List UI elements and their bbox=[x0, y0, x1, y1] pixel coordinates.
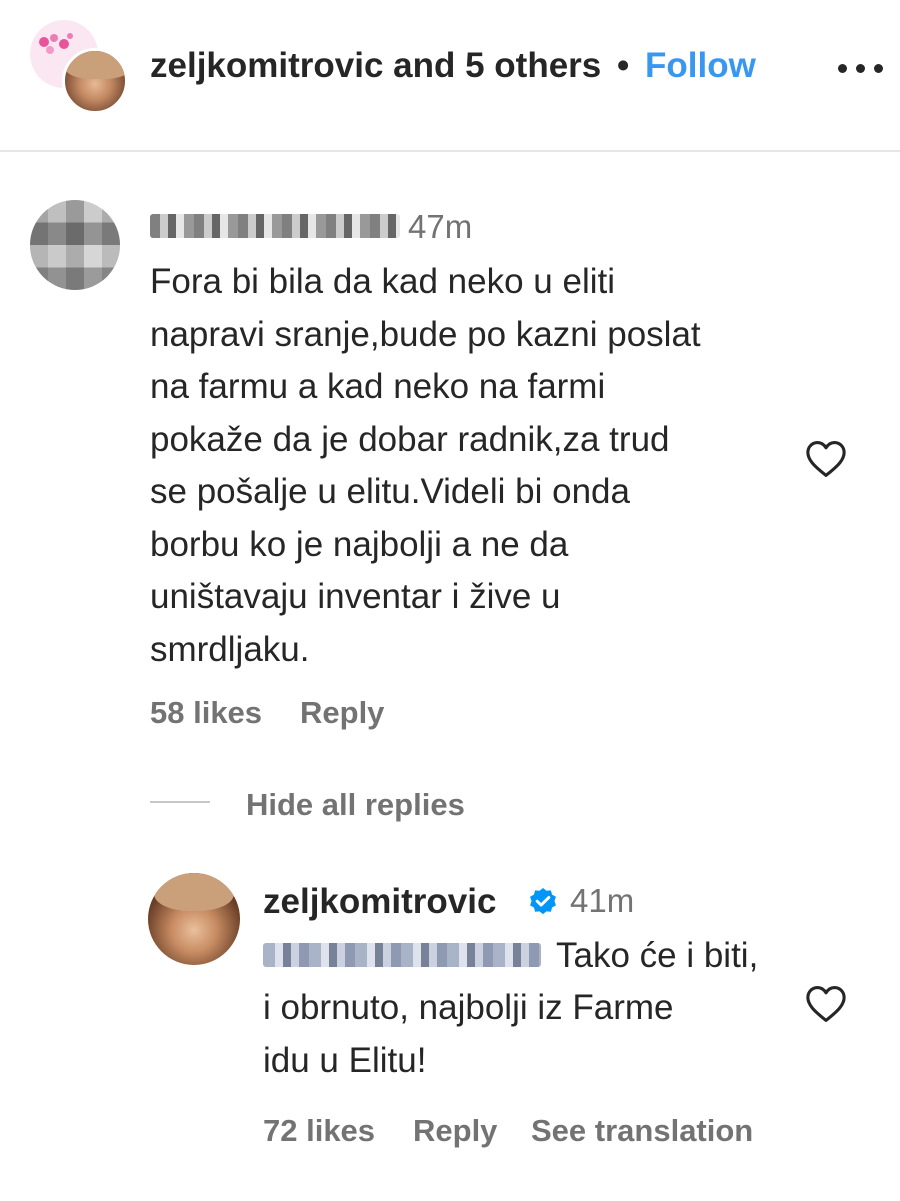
reply-like-heart-icon[interactable] bbox=[805, 985, 847, 1023]
commenter-username-redacted[interactable] bbox=[150, 214, 400, 238]
see-translation-button[interactable]: See translation bbox=[531, 1113, 753, 1149]
comment-timestamp: 47m bbox=[408, 208, 473, 245]
reply-reply-button[interactable]: Reply bbox=[413, 1113, 497, 1149]
separator-dot: • bbox=[617, 46, 630, 85]
commenter-avatar[interactable] bbox=[30, 200, 120, 290]
mention-redacted[interactable] bbox=[263, 943, 541, 967]
reply-likes-count[interactable]: 72 likes bbox=[263, 1113, 375, 1149]
reply-author-avatar[interactable] bbox=[148, 873, 240, 965]
author-avatar-hair bbox=[65, 51, 125, 79]
replies-divider bbox=[150, 801, 210, 803]
comment-text: Fora bi bila da kad neko u eliti napravi… bbox=[150, 262, 701, 669]
more-options-icon[interactable] bbox=[838, 56, 888, 80]
follow-button[interactable]: Follow bbox=[645, 46, 756, 85]
like-heart-icon[interactable] bbox=[805, 440, 847, 478]
reply-button[interactable]: Reply bbox=[300, 695, 384, 731]
verified-badge-icon bbox=[530, 888, 556, 915]
reply-timestamp: 41m bbox=[570, 882, 635, 919]
others-link[interactable]: and 5 others bbox=[393, 46, 601, 85]
reply-avatar-hair bbox=[154, 873, 234, 911]
author-username-link[interactable]: zeljkomitrovic bbox=[150, 46, 383, 85]
hide-replies-button[interactable]: Hide all replies bbox=[246, 787, 465, 823]
reply-text: i obrnuto, najbolji iz Farme idu u Elitu… bbox=[263, 988, 674, 1080]
comment-likes-count[interactable]: 58 likes bbox=[150, 695, 262, 731]
post-authors: zeljkomitrovic and 5 others • Follow bbox=[150, 46, 756, 86]
post-header: zeljkomitrovic and 5 others • Follow bbox=[0, 0, 900, 152]
reply-author-username[interactable]: zeljkomitrovic bbox=[263, 882, 496, 922]
reply-text-first-line: Tako će i biti, bbox=[556, 936, 759, 975]
author-avatar[interactable] bbox=[62, 48, 128, 114]
